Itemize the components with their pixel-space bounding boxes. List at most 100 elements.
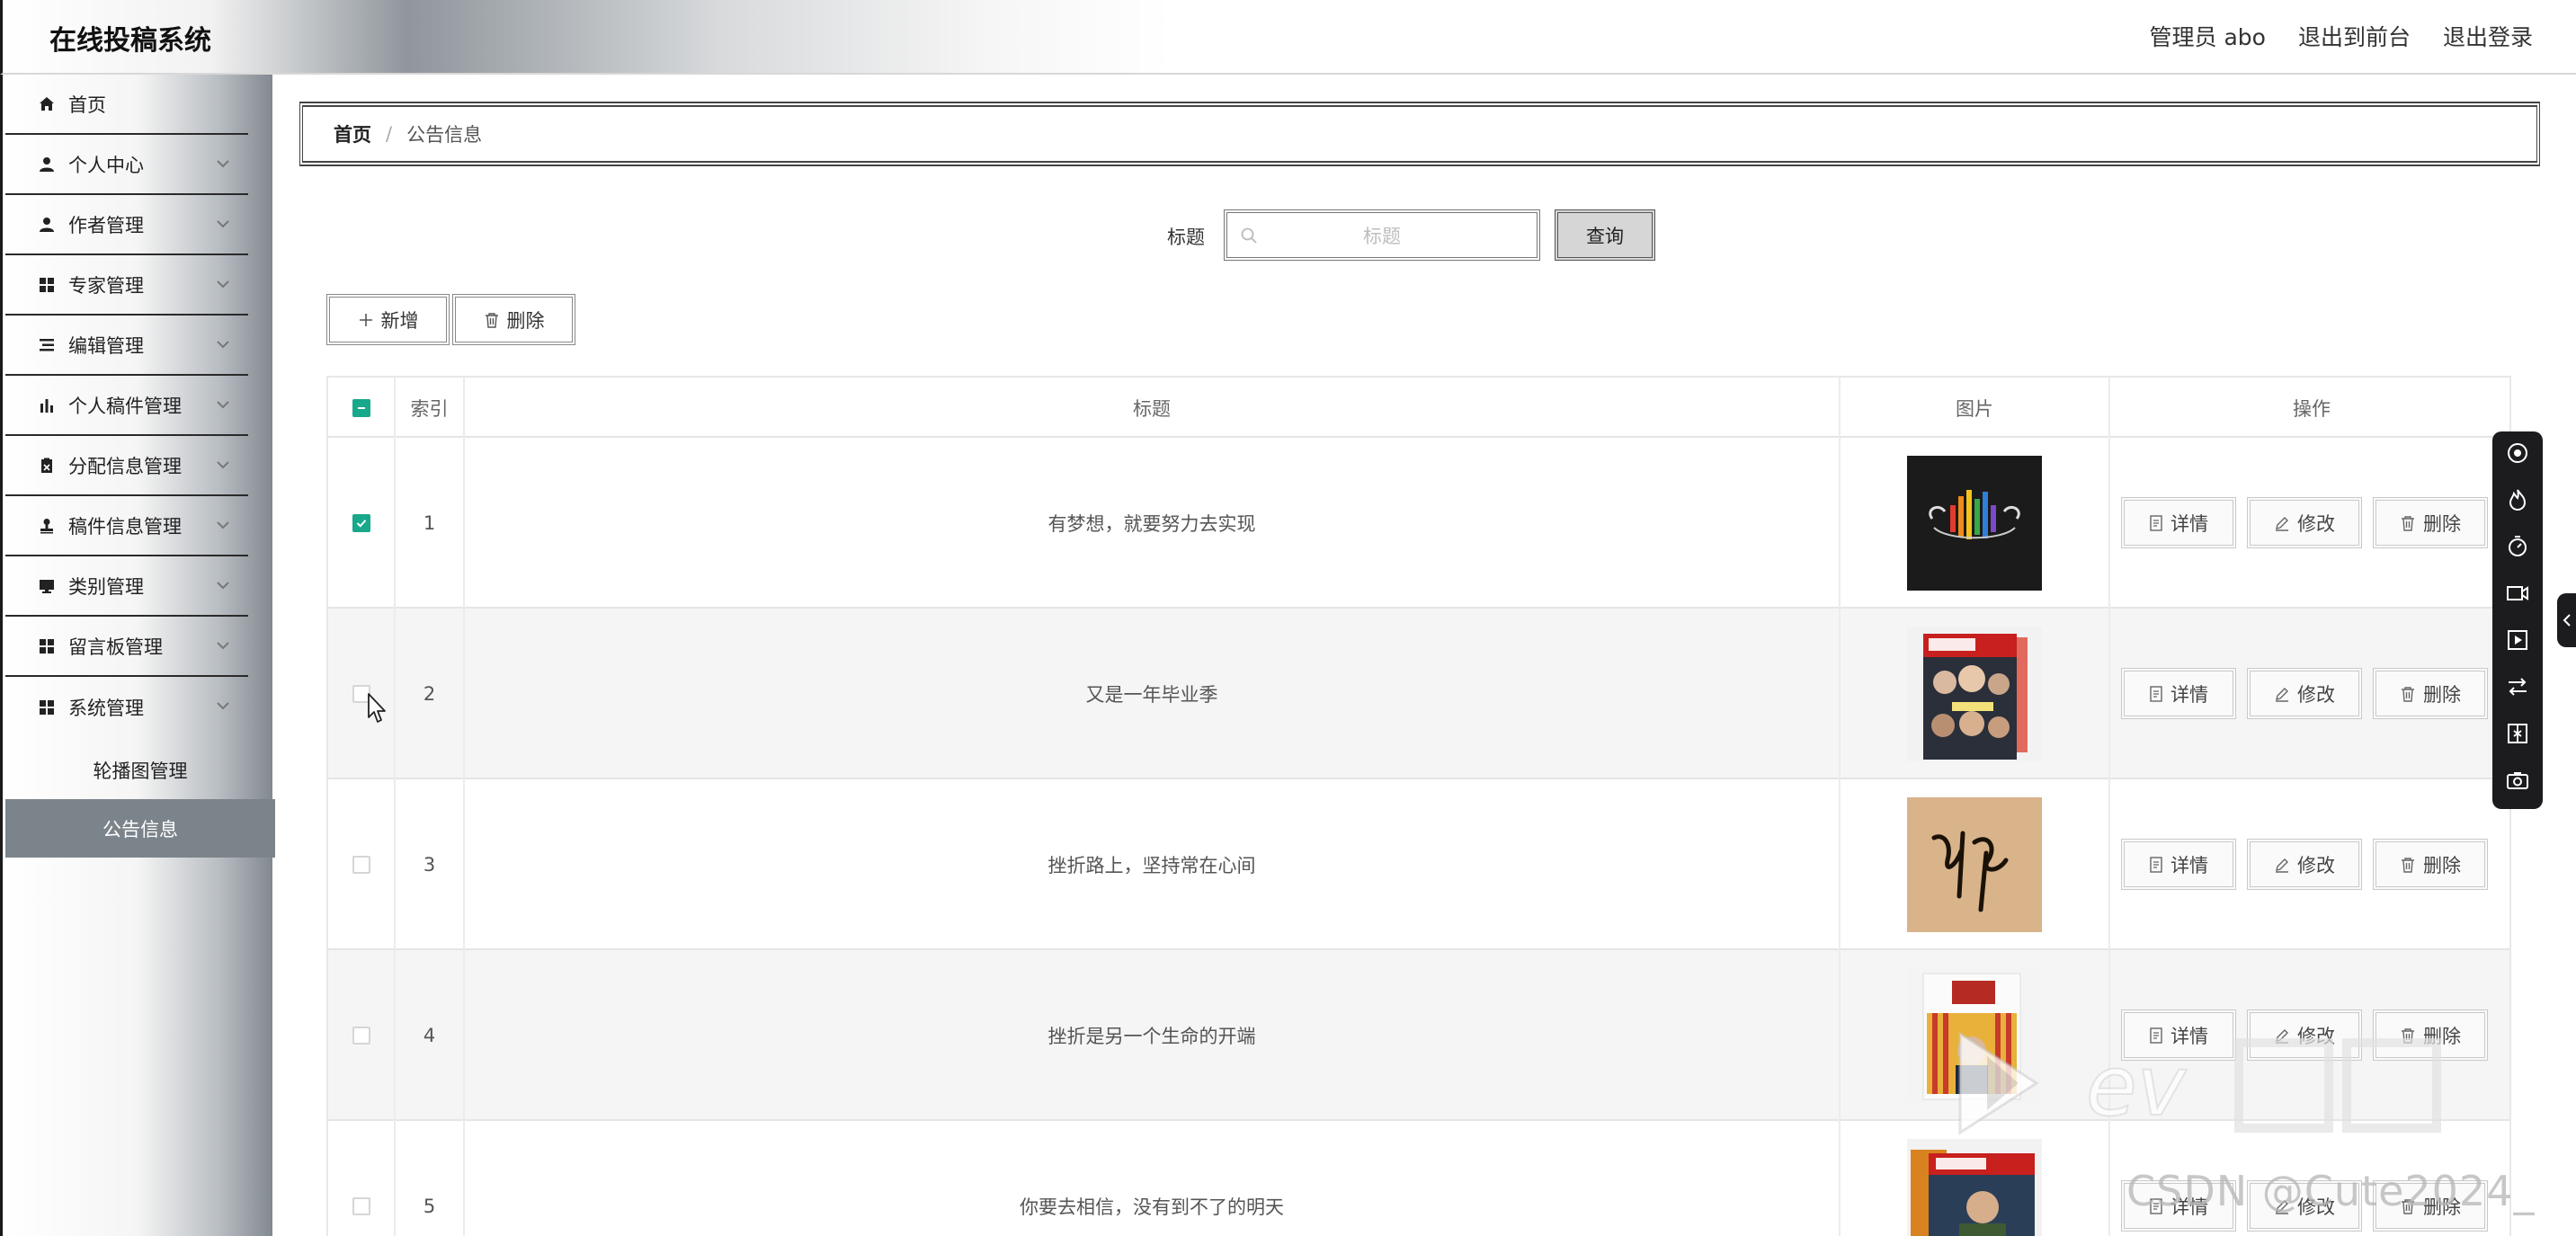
row-checkbox[interactable]: [352, 1027, 370, 1045]
row-title: 挫折路上，坚持常在心间: [465, 779, 1841, 950]
sidebar-item-home[interactable]: 首页: [5, 75, 248, 135]
row-title: 有梦想，就要努力去实现: [465, 438, 1841, 609]
user-icon: [38, 156, 56, 173]
sidebar-item-author[interactable]: 作者管理: [5, 195, 248, 255]
search-placeholder: 标题: [1363, 225, 1401, 247]
row-index: 2: [396, 609, 465, 779]
delete-button[interactable]: 删除: [2373, 839, 2488, 890]
row-index: 3: [396, 779, 465, 950]
app-title: 在线投稿系统: [49, 25, 211, 57]
sidebar-item-label: 首页: [68, 93, 106, 116]
csdn-watermark: CSDN @Cute2024_: [2126, 1167, 2536, 1215]
timer-icon[interactable]: [2505, 534, 2530, 559]
notice-thumbnail[interactable]: [1907, 797, 2042, 932]
row-image-cell: [1841, 438, 2110, 609]
search-title-input[interactable]: 标题: [1224, 209, 1540, 261]
sidebar-item-personal-manuscript[interactable]: 个人稿件管理: [5, 376, 248, 436]
split-screen-icon[interactable]: [2505, 721, 2530, 746]
video-camera-icon[interactable]: [2505, 581, 2530, 606]
user-icon: [38, 216, 56, 234]
notice-thumbnail[interactable]: [1907, 456, 2042, 591]
sidebar-item-manuscript-info[interactable]: 稿件信息管理: [5, 496, 248, 556]
detail-button[interactable]: 详情: [2121, 497, 2236, 548]
sidebar: 首页 个人中心 作者管理 专家管理 编辑管理 个人稿件管理 分配信息管理 稿件信…: [0, 75, 275, 1236]
column-header-actions: 操作: [2293, 397, 2331, 420]
sidebar-subitem-notice[interactable]: 公告信息: [5, 799, 275, 858]
sidebar-item-label: 分配信息管理: [68, 455, 182, 477]
row-title: 又是一年毕业季: [465, 609, 1841, 779]
search-button[interactable]: 查询: [1555, 209, 1655, 261]
table-row: 1 有梦想，就要努力去实现 详情 修改 删除: [328, 438, 2509, 609]
bar-chart-icon: [38, 396, 56, 414]
search-title-label: 标题: [1167, 227, 1205, 248]
edit-button[interactable]: 修改: [2247, 668, 2362, 719]
row-actions-cell: 详情 修改 删除: [2110, 438, 2509, 609]
delete-button[interactable]: 删除: [2373, 497, 2488, 548]
floating-tool-bar: [2492, 431, 2543, 809]
select-all-cell: [328, 378, 396, 438]
document-icon: [2150, 856, 2162, 873]
logout-link[interactable]: 退出登录: [2443, 20, 2533, 52]
detail-button[interactable]: 详情: [2121, 668, 2236, 719]
row-checkbox[interactable]: [352, 1197, 370, 1215]
pencil-icon: [2276, 858, 2288, 873]
detail-label: 详情: [2170, 512, 2208, 535]
chevron-down-icon: [217, 521, 229, 529]
delete-label: 删除: [2423, 854, 2461, 876]
detail-button[interactable]: 详情: [2121, 839, 2236, 890]
batch-delete-label: 删除: [506, 309, 545, 332]
notice-thumbnail[interactable]: [1907, 1139, 2042, 1236]
row-select-cell: [328, 438, 396, 609]
sidebar-item-expert[interactable]: 专家管理: [5, 255, 248, 316]
sidebar-item-personal-center[interactable]: 个人中心: [5, 135, 248, 195]
sidebar-item-message-board[interactable]: 留言板管理: [5, 617, 248, 677]
row-select-cell: [328, 1121, 396, 1236]
grid-icon: [38, 276, 56, 294]
flame-icon[interactable]: [2505, 487, 2530, 512]
notice-thumbnail[interactable]: [1907, 627, 2042, 761]
grid-icon: [38, 698, 56, 716]
chevron-left-icon: [2563, 614, 2571, 627]
home-icon: [38, 95, 56, 113]
edit-button[interactable]: 修改: [2247, 839, 2362, 890]
detail-label: 详情: [2170, 683, 2208, 706]
chevron-down-icon: [217, 642, 229, 650]
sidebar-item-label: 专家管理: [68, 274, 144, 297]
breadcrumb-home-link[interactable]: 首页: [334, 120, 371, 147]
document-icon: [2150, 514, 2162, 531]
sidebar-item-assignment[interactable]: 分配信息管理: [5, 436, 248, 496]
breadcrumb-current: 公告信息: [406, 124, 483, 146]
sidebar-subitem-carousel[interactable]: 轮播图管理: [5, 741, 275, 799]
add-button[interactable]: 新增: [326, 294, 450, 345]
sidebar-item-category[interactable]: 类别管理: [5, 556, 248, 617]
admin-user-label: 管理员 abo: [2149, 24, 2266, 50]
edit-button[interactable]: 修改: [2247, 497, 2362, 548]
swap-arrows-icon[interactable]: [2505, 674, 2530, 699]
sidebar-item-system[interactable]: 系统管理: [5, 677, 248, 737]
pencil-icon: [2276, 687, 2288, 702]
back-to-frontend-link[interactable]: 退出到前台: [2298, 20, 2411, 52]
delete-label: 删除: [2423, 683, 2461, 706]
grid-icon: [38, 637, 56, 655]
trash-icon: [2402, 857, 2414, 873]
screen-record-icon[interactable]: [2505, 440, 2530, 466]
monitor-icon: [38, 577, 56, 595]
play-window-icon[interactable]: [2505, 627, 2530, 653]
row-checkbox[interactable]: [352, 856, 370, 874]
row-checkbox[interactable]: [352, 514, 370, 532]
trash-icon: [2402, 686, 2414, 702]
breadcrumb-separator: /: [386, 123, 393, 145]
row-title: 你要去相信，没有到不了的明天: [465, 1121, 1841, 1236]
ev-watermark-logo: ev: [1958, 1031, 2441, 1135]
delete-label: 删除: [2423, 512, 2461, 535]
camera-icon[interactable]: [2505, 768, 2530, 793]
select-all-checkbox[interactable]: [352, 398, 370, 417]
chevron-down-icon: [217, 341, 229, 349]
floating-bar-collapse-tab[interactable]: [2557, 593, 2576, 647]
delete-button[interactable]: 删除: [2373, 668, 2488, 719]
sidebar-item-editor[interactable]: 编辑管理: [5, 316, 248, 376]
batch-delete-button[interactable]: 删除: [452, 294, 575, 345]
sidebar-item-label: 作者管理: [68, 214, 144, 236]
sidebar-item-label: 个人稿件管理: [68, 395, 182, 417]
column-header-title: 标题: [465, 378, 1841, 438]
